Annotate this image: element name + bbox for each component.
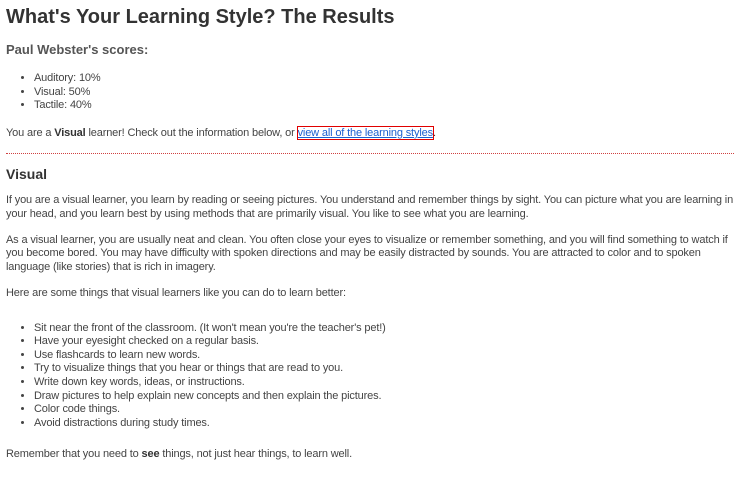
tip-item: Write down key words, ideas, or instruct…: [34, 376, 734, 390]
score-visual: Visual: 50%: [34, 86, 734, 100]
tip-item: Sit near the front of the classroom. (It…: [34, 322, 734, 336]
tip-item: Use flashcards to learn new words.: [34, 349, 734, 363]
paragraph: As a visual learner, you are usually nea…: [6, 234, 728, 273]
view-all-styles-link[interactable]: view all of the learning styles: [296, 125, 434, 140]
score-auditory: Auditory: 10%: [34, 72, 734, 86]
closing-bold: see: [141, 448, 160, 461]
result-style: Visual: [54, 126, 86, 139]
score-tactile: Tactile: 40%: [34, 99, 734, 113]
paragraph: If you are a visual learner, you learn b…: [6, 194, 734, 220]
closing-text: Remember that you need to see things, no…: [6, 448, 734, 461]
scores-list: Auditory: 10% Visual: 50% Tactile: 40%: [6, 72, 734, 113]
tips-list: Sit near the front of the classroom. (It…: [6, 322, 734, 431]
closing-post: things, not just hear things, to learn w…: [159, 448, 353, 461]
result-end: .: [432, 126, 436, 139]
result-post: learner! Check out the information below…: [85, 126, 298, 139]
tip-item: Try to visualize things that you hear or…: [34, 362, 734, 376]
result-pre: You are a: [6, 126, 55, 139]
scores-heading: Paul Webster's scores:: [6, 42, 149, 57]
tip-item: Avoid distractions during study times.: [34, 417, 734, 431]
page-title: What's Your Learning Style? The Results: [6, 6, 395, 28]
section-title: Visual: [6, 166, 47, 183]
paragraph: Here are some things that visual learner…: [6, 287, 346, 300]
tip-item: Color code things.: [34, 403, 734, 417]
closing-pre: Remember that you need to: [6, 448, 142, 461]
divider: [6, 153, 734, 155]
tip-item: Draw pictures to help explain new concep…: [34, 390, 734, 404]
tip-item: Have your eyesight checked on a regular …: [34, 335, 734, 349]
results-page: What's Your Learning Style? The Results …: [0, 0, 734, 462]
result-text: You are a Visual learner! Check out the …: [6, 125, 734, 140]
